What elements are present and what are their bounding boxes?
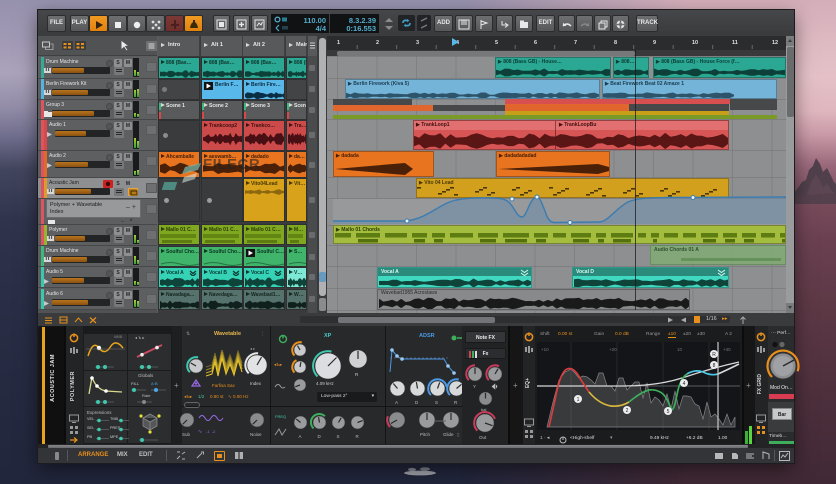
svg-text:10: 10 — [677, 347, 683, 352]
svg-text:2: 2 — [626, 408, 629, 414]
svg-text:+40: +40 — [723, 347, 731, 352]
svg-text:+10: +10 — [541, 347, 549, 352]
svg-text:1: 1 — [577, 397, 580, 403]
svg-text:8: 8 — [713, 363, 716, 369]
svg-text:+20: +20 — [609, 347, 617, 352]
svg-text:5: 5 — [667, 409, 670, 415]
svg-text:R: R — [712, 352, 716, 358]
svg-text:4: 4 — [683, 381, 686, 387]
